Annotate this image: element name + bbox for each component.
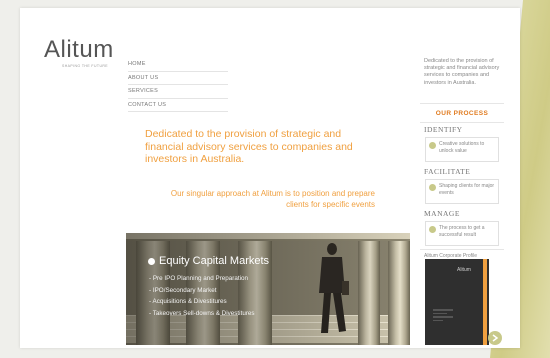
corporate-profile-brochure[interactable]: Alitum [425,259,489,345]
circle-bullet-icon [148,257,155,265]
logo-text: Alitum [44,36,114,63]
sidebar-intro: Dedicated to the provision of strategic … [420,58,504,104]
arrow-right-icon[interactable] [488,331,502,345]
stage-box-manage[interactable]: The process to get a successful result [425,221,499,246]
stage-label-facilitate: FACILITATE [424,167,471,176]
hero-list-item: - IPO/Secondary Market [149,286,217,294]
hero-list-item: - Pre IPO Planning and Preparation [149,275,249,282]
hero-title-text: Equity Capital Markets [159,255,270,267]
logo-tagline: SHAPING THE FUTURE [62,64,109,68]
process-title: OUR PROCESS [420,104,504,123]
main-headline: Dedicated to the provision of strategic … [145,128,353,165]
stage-text: The process to get a successful result [439,225,485,238]
stage-label-identify: IDENTIFY [424,125,463,134]
hero-title: Equity Capital Markets [148,255,269,267]
hero-list-item: - Takeovers Sell-downs & Divestitures [149,309,255,317]
stage-box-identify[interactable]: Creative solutions to unlock value [425,137,499,162]
page: Alitum SHAPING THE FUTURE HOME ABOUT US … [0,0,550,358]
brochure-text-lines [433,309,453,323]
hero-list-item: - Acquisitions & Divestitures [149,298,227,305]
brochure-stripe [483,259,487,345]
nav-item-services[interactable]: SERVICES [128,85,228,99]
nav-item-about-us[interactable]: ABOUT US [128,72,228,85]
brand-logo[interactable]: Alitum SHAPING THE FUTURE [44,36,114,69]
hero-service-list: - Pre IPO Planning and Preparation - IPO… [149,273,299,319]
stage-label-manage: MANAGE [424,209,460,218]
stage-text: Creative solutions to unlock value [439,141,485,154]
circle-bullet-icon [429,226,436,233]
stage-box-facilitate[interactable]: Shaping clients for major events [425,179,499,204]
stage-text: Shaping clients for major events [439,183,495,196]
main-nav: HOME ABOUT US SERVICES CONTACT US [128,58,228,112]
nav-item-home[interactable]: HOME [128,58,228,72]
main-subhead: Our singular approach at Alitum is to po… [170,189,375,209]
circle-bullet-icon [429,184,436,191]
circle-bullet-icon [429,142,436,149]
nav-item-contact-us[interactable]: CONTACT US [128,99,228,112]
brochure-logo: Alitum [457,267,471,273]
sidebar: Dedicated to the provision of strategic … [420,58,504,261]
